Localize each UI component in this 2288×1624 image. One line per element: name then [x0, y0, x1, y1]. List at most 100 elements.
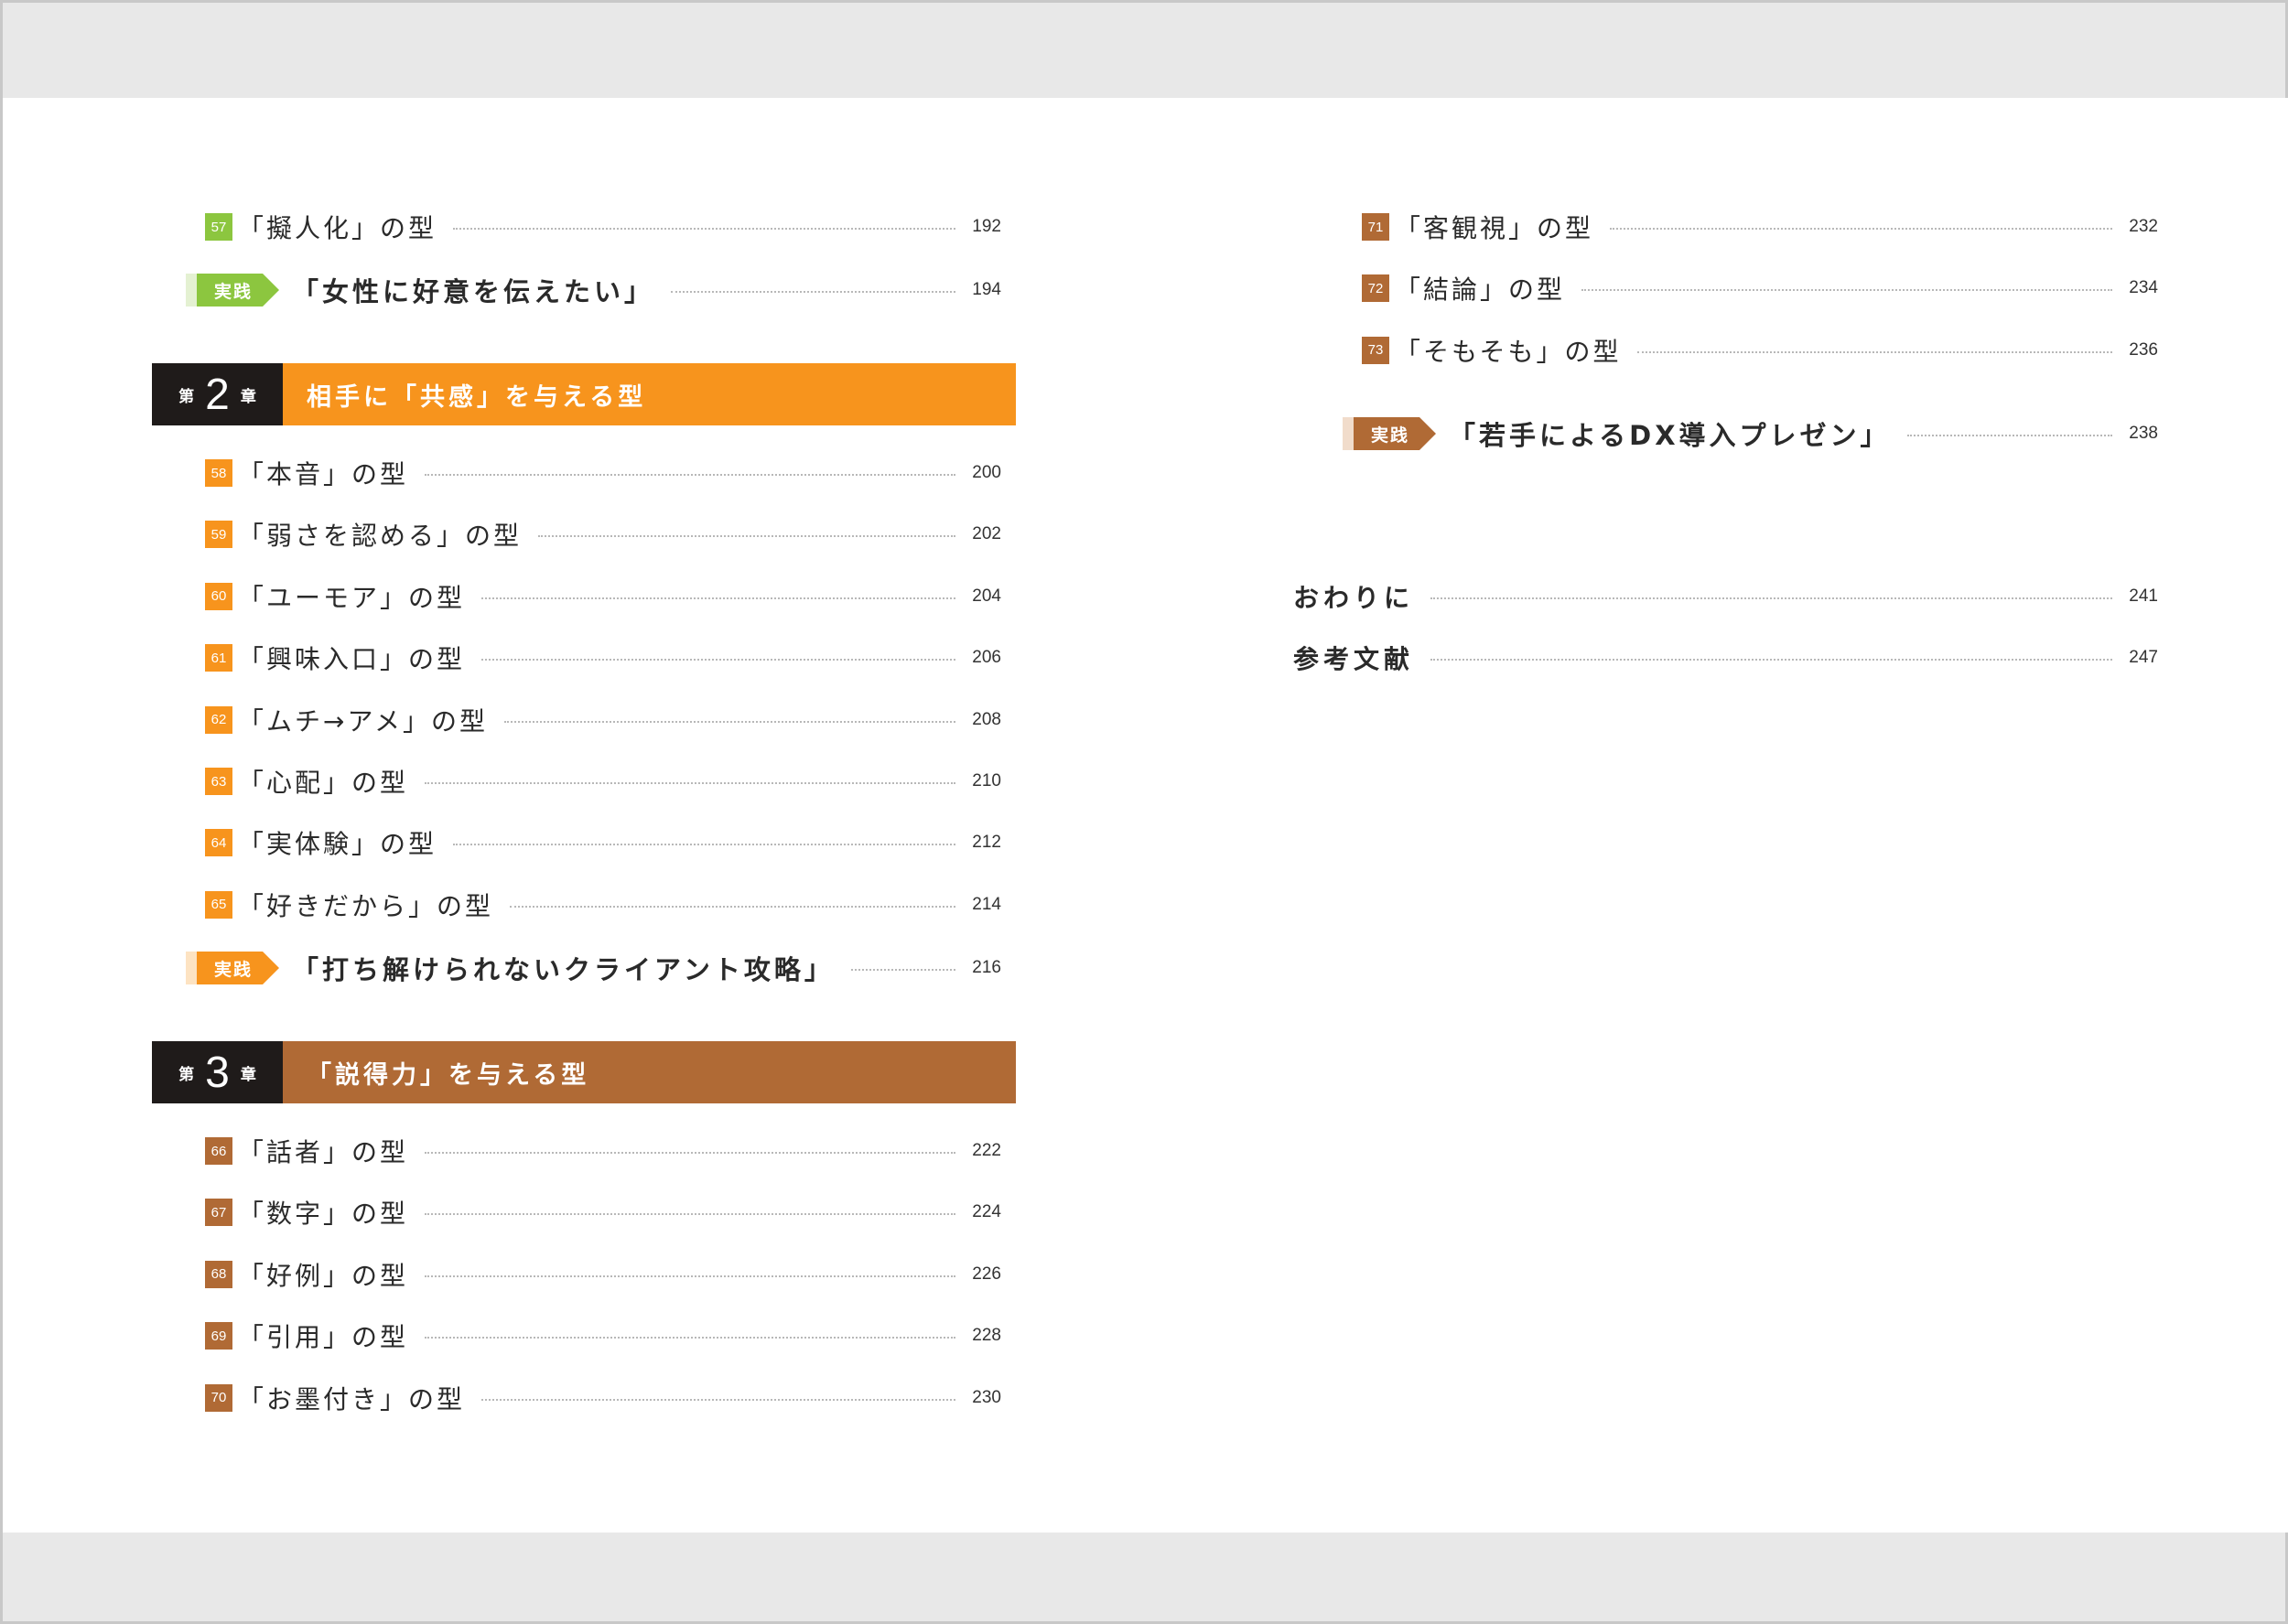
- entry-number-badge: 70: [205, 1383, 232, 1412]
- entry-page: 224: [972, 1202, 1001, 1222]
- entry-title: 「そもそも」の型: [1395, 336, 1622, 367]
- entry-number-badge: 59: [205, 521, 232, 549]
- entry-page: 192: [972, 217, 1001, 236]
- entry-number-badge: 58: [205, 459, 232, 487]
- entry-page: 241: [2129, 586, 2158, 606]
- leader-dots: [1430, 659, 2113, 661]
- entry-title: 「ムチ→アメ」の型: [238, 705, 489, 737]
- toc-entry-afterword[interactable]: おわりに 241: [1293, 576, 2158, 617]
- entry-number-badge: 73: [1362, 336, 1389, 364]
- leader-dots: [425, 782, 956, 784]
- entry-title: 「ユーモア」の型: [238, 582, 466, 613]
- leader-dots: [425, 1152, 956, 1154]
- leader-dots: [481, 597, 956, 599]
- entry-title: 参考文献: [1293, 644, 1415, 674]
- entry-number-badge: 66: [205, 1137, 232, 1165]
- leader-dots: [481, 1398, 956, 1401]
- entry-title: 「本音」の型: [238, 459, 409, 489]
- entry-title: 「お墨付き」の型: [238, 1383, 466, 1414]
- entry-title: 「実体験」の型: [238, 829, 437, 860]
- entry-title: 「興味入口」の型: [238, 644, 466, 675]
- entry-page: 238: [2129, 424, 2158, 443]
- practice-title: 「打ち解けられないクライアント攻略」: [292, 954, 835, 985]
- toc-entry[interactable]: 59 「弱さを認める」の型 202: [205, 514, 1001, 554]
- leader-dots: [425, 474, 956, 476]
- leader-dots: [1906, 435, 2113, 436]
- chapter-title: 「説得力」を与える型: [283, 1041, 1016, 1103]
- toc-entry[interactable]: 64 「実体験」の型 212: [205, 823, 1001, 863]
- toc-entry[interactable]: 58 「本音」の型 200: [205, 453, 1001, 493]
- entry-page: 204: [972, 586, 1001, 606]
- leader-dots: [481, 659, 956, 661]
- entry-page: 202: [972, 524, 1001, 544]
- entry-title: 「好例」の型: [238, 1260, 409, 1291]
- entry-title: 「心配」の型: [238, 768, 409, 798]
- leader-dots: [671, 291, 956, 293]
- leader-dots: [1430, 597, 2113, 599]
- leader-dots: [425, 1274, 956, 1277]
- toc-entry[interactable]: 61 「興味入口」の型 206: [205, 638, 1001, 678]
- entry-title: 「好きだから」の型: [238, 890, 494, 921]
- chapter-3-header: 第 3 章 「説得力」を与える型: [152, 1041, 1016, 1103]
- entry-number-badge: 57: [205, 213, 232, 241]
- leader-dots: [1581, 289, 2113, 292]
- entry-page: 212: [972, 833, 1001, 853]
- practice-tag: 実践: [186, 274, 279, 307]
- practice-entry[interactable]: 実践 「女性に好意を伝えたい」 194: [186, 270, 1001, 310]
- entry-page: 222: [972, 1141, 1001, 1160]
- chapter-title: 相手に「共感」を与える型: [283, 363, 1016, 425]
- entry-title: 「数字」の型: [238, 1199, 409, 1230]
- practice-title: 「女性に好意を伝えたい」: [292, 276, 655, 307]
- entry-page: 236: [2129, 339, 2158, 360]
- leader-dots: [850, 969, 956, 971]
- entry-number-badge: 61: [205, 644, 232, 672]
- toc-entry-references[interactable]: 参考文献 247: [1293, 638, 2158, 678]
- leader-dots: [425, 1337, 956, 1339]
- toc-entry[interactable]: 60 「ユーモア」の型 204: [205, 576, 1001, 617]
- practice-entry[interactable]: 実践 「打ち解けられないクライアント攻略」 216: [186, 948, 1001, 988]
- toc-entry[interactable]: 65 「好きだから」の型 214: [205, 885, 1001, 925]
- toc-entry[interactable]: 70 「お墨付き」の型 230: [205, 1378, 1001, 1418]
- leader-dots: [453, 228, 956, 230]
- leader-dots: [510, 905, 956, 908]
- toc-entry[interactable]: 62 「ムチ→アメ」の型 208: [205, 700, 1001, 740]
- toc-entry[interactable]: 67 「数字」の型 224: [205, 1192, 1001, 1232]
- entry-title: 「弱さを認める」の型: [238, 521, 523, 552]
- entry-page: 234: [2129, 278, 2158, 298]
- toc-entry[interactable]: 72 「結論」の型 234: [1362, 268, 2158, 308]
- toc-entry[interactable]: 71 「客観視」の型 232: [1362, 207, 2158, 247]
- entry-title: 「引用」の型: [238, 1322, 409, 1353]
- entry-page: 206: [972, 648, 1001, 668]
- toc-spread: 57 「擬人化」の型 192 実践 「女性に好意を伝えたい」 194 第 2 章…: [3, 98, 2288, 1533]
- entry-title: 「話者」の型: [238, 1137, 409, 1167]
- entry-page: 232: [2129, 217, 2158, 236]
- entry-number-badge: 69: [205, 1322, 232, 1350]
- toc-entry[interactable]: 69 「引用」の型 228: [205, 1316, 1001, 1356]
- toc-entry[interactable]: 73 「そもそも」の型 236: [1362, 330, 2158, 371]
- leader-dots: [538, 535, 956, 538]
- entry-number-badge: 68: [205, 1260, 232, 1288]
- leader-dots: [1637, 350, 2113, 353]
- toc-entry[interactable]: 68 「好例」の型 226: [205, 1254, 1001, 1295]
- toc-entry[interactable]: 66 「話者」の型 222: [205, 1131, 1001, 1171]
- entry-title: 「客観視」の型: [1395, 213, 1594, 243]
- entry-number-badge: 72: [1362, 274, 1389, 303]
- leader-dots: [1610, 228, 2113, 230]
- entry-page: 216: [972, 958, 1001, 977]
- entry-number-badge: 64: [205, 829, 232, 857]
- entry-page: 214: [972, 894, 1001, 914]
- entry-page: 226: [972, 1264, 1001, 1284]
- entry-number-badge: 65: [205, 890, 232, 919]
- leader-dots: [504, 720, 956, 723]
- entry-page: 200: [972, 463, 1001, 482]
- leader-dots: [425, 1213, 956, 1216]
- entry-page: 194: [972, 280, 1001, 299]
- practice-entry[interactable]: 実践 「若手によるDX導入プレゼン」 238: [1343, 414, 2158, 454]
- toc-entry[interactable]: 57 「擬人化」の型 192: [205, 207, 1001, 247]
- toc-entry[interactable]: 63 「心配」の型 210: [205, 761, 1001, 801]
- practice-tag: 実践: [1343, 417, 1436, 450]
- entry-page: 210: [972, 771, 1001, 790]
- entry-page: 228: [972, 1326, 1001, 1346]
- entry-number-badge: 60: [205, 582, 232, 610]
- entry-page: 230: [972, 1387, 1001, 1407]
